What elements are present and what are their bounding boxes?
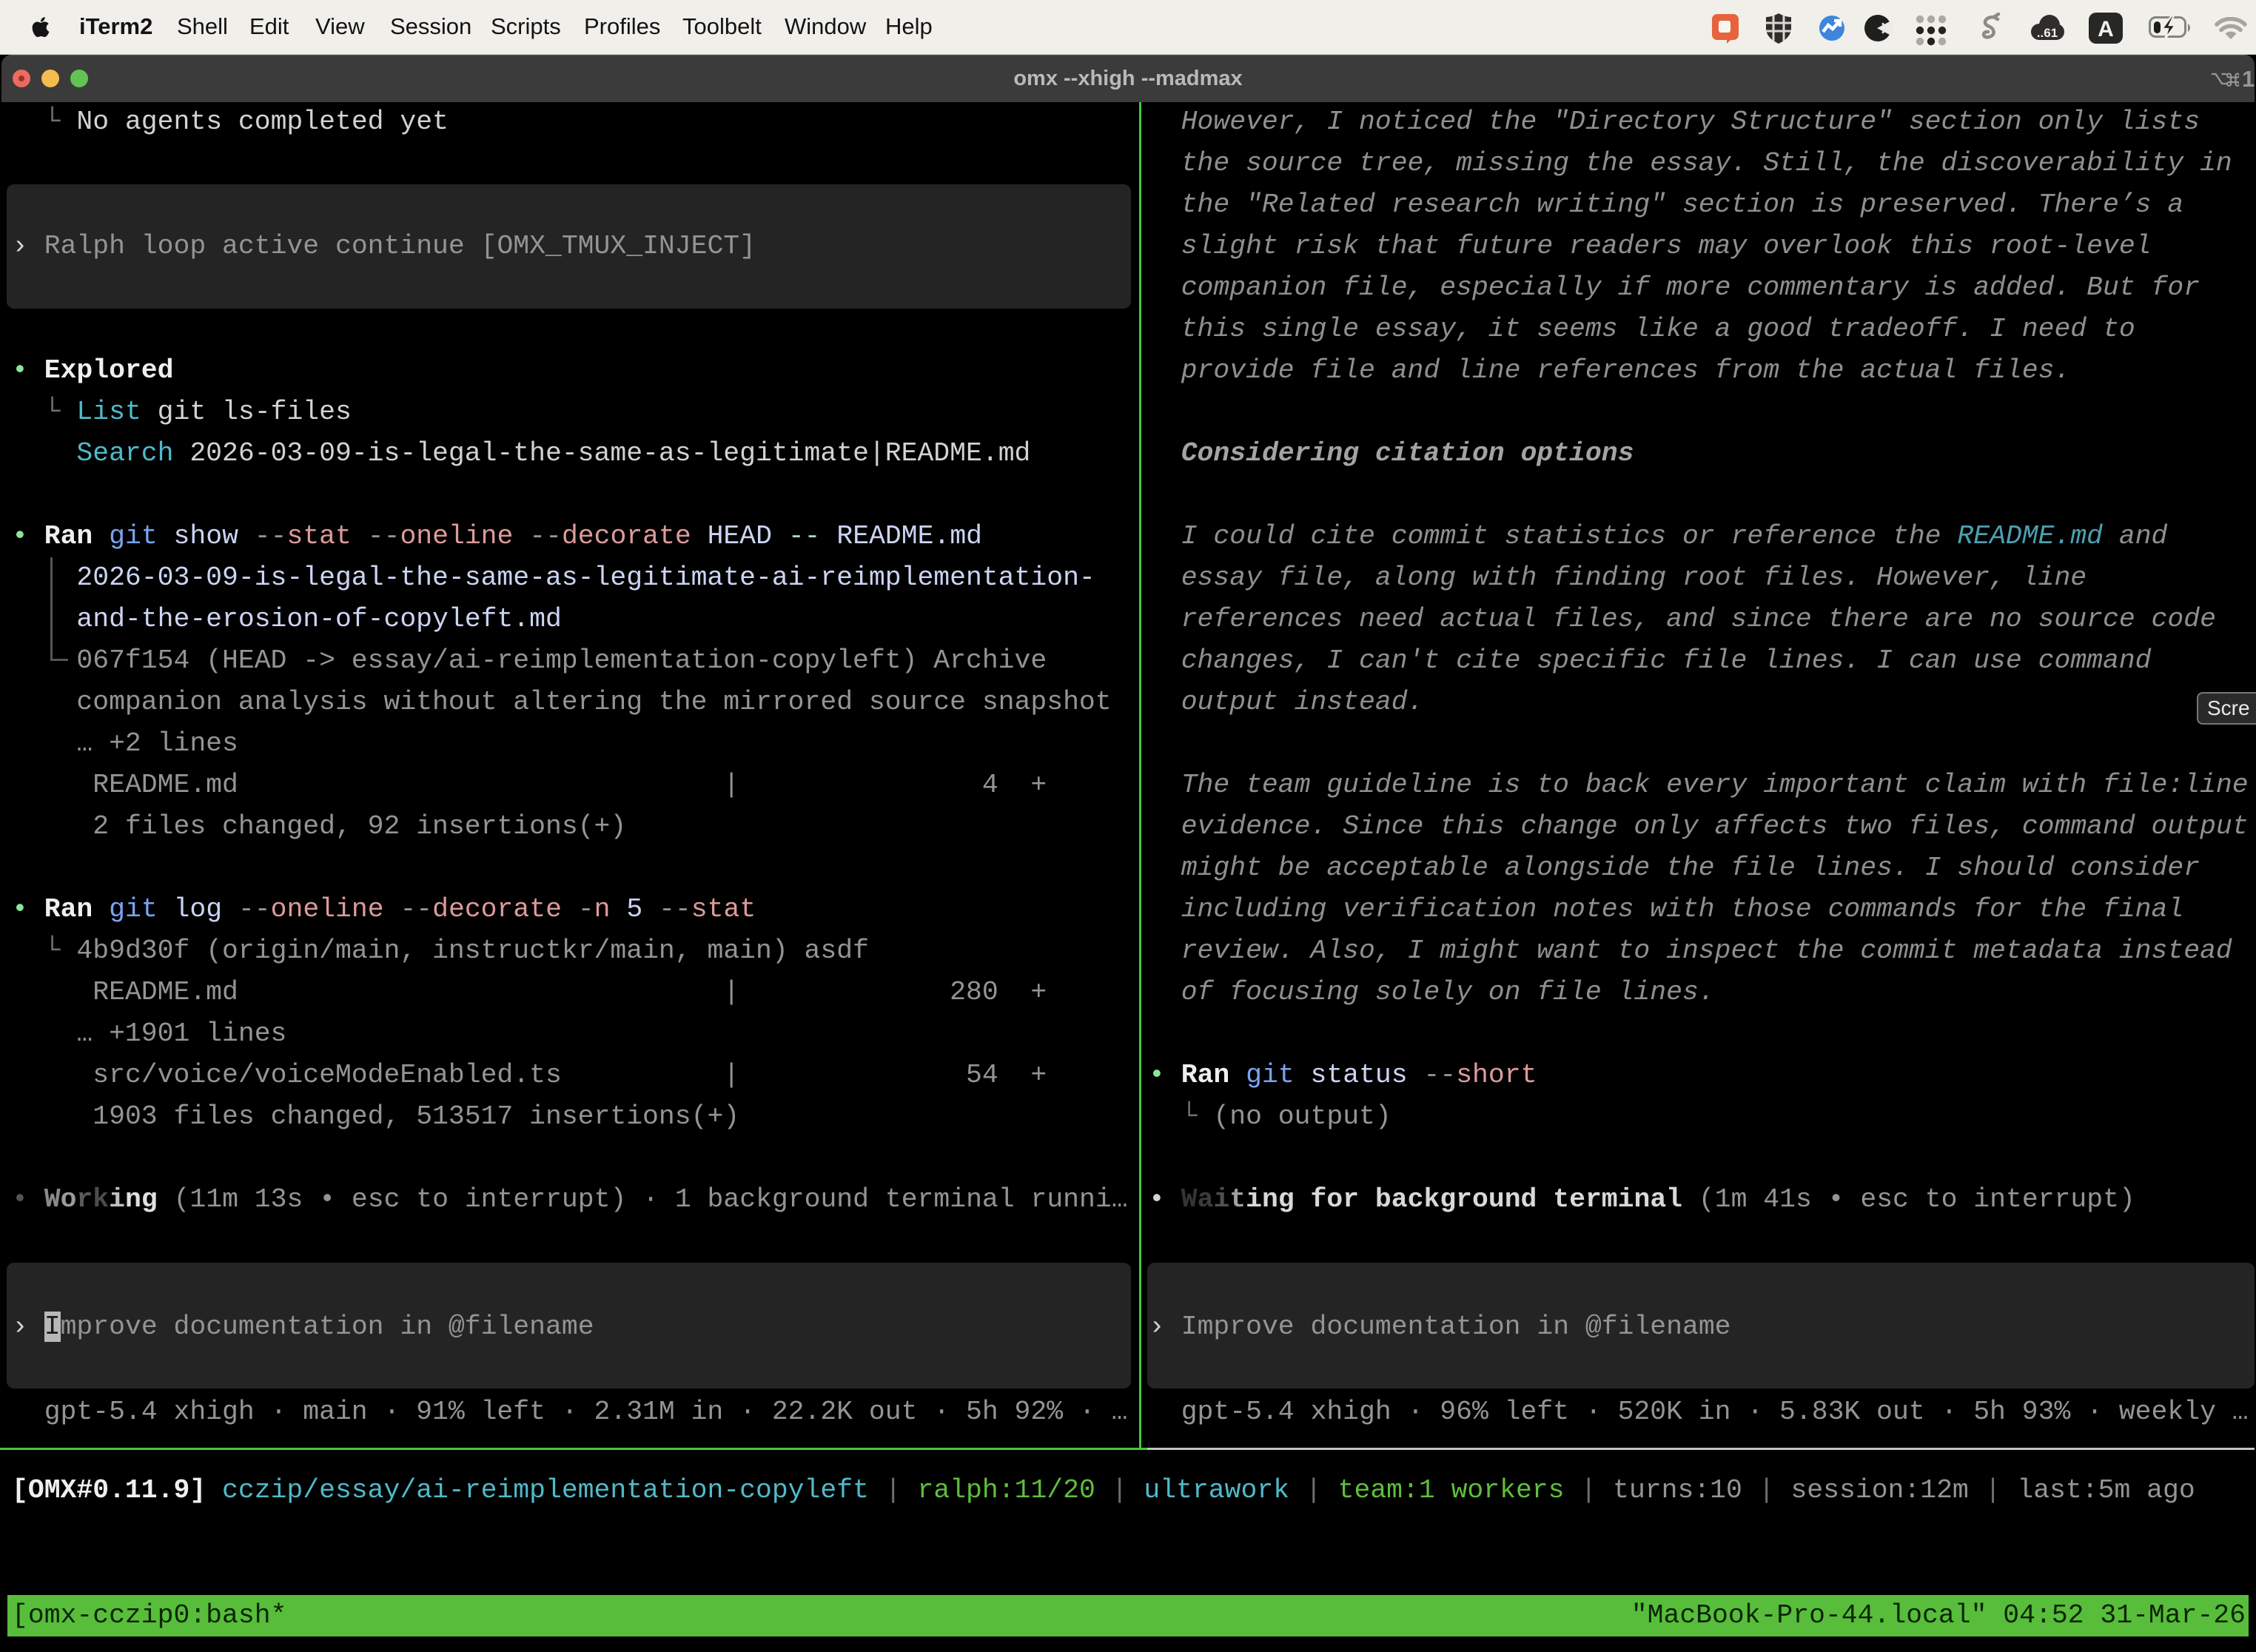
svg-text:A: A: [2098, 17, 2114, 41]
svg-text:..61: ..61: [2037, 26, 2058, 40]
